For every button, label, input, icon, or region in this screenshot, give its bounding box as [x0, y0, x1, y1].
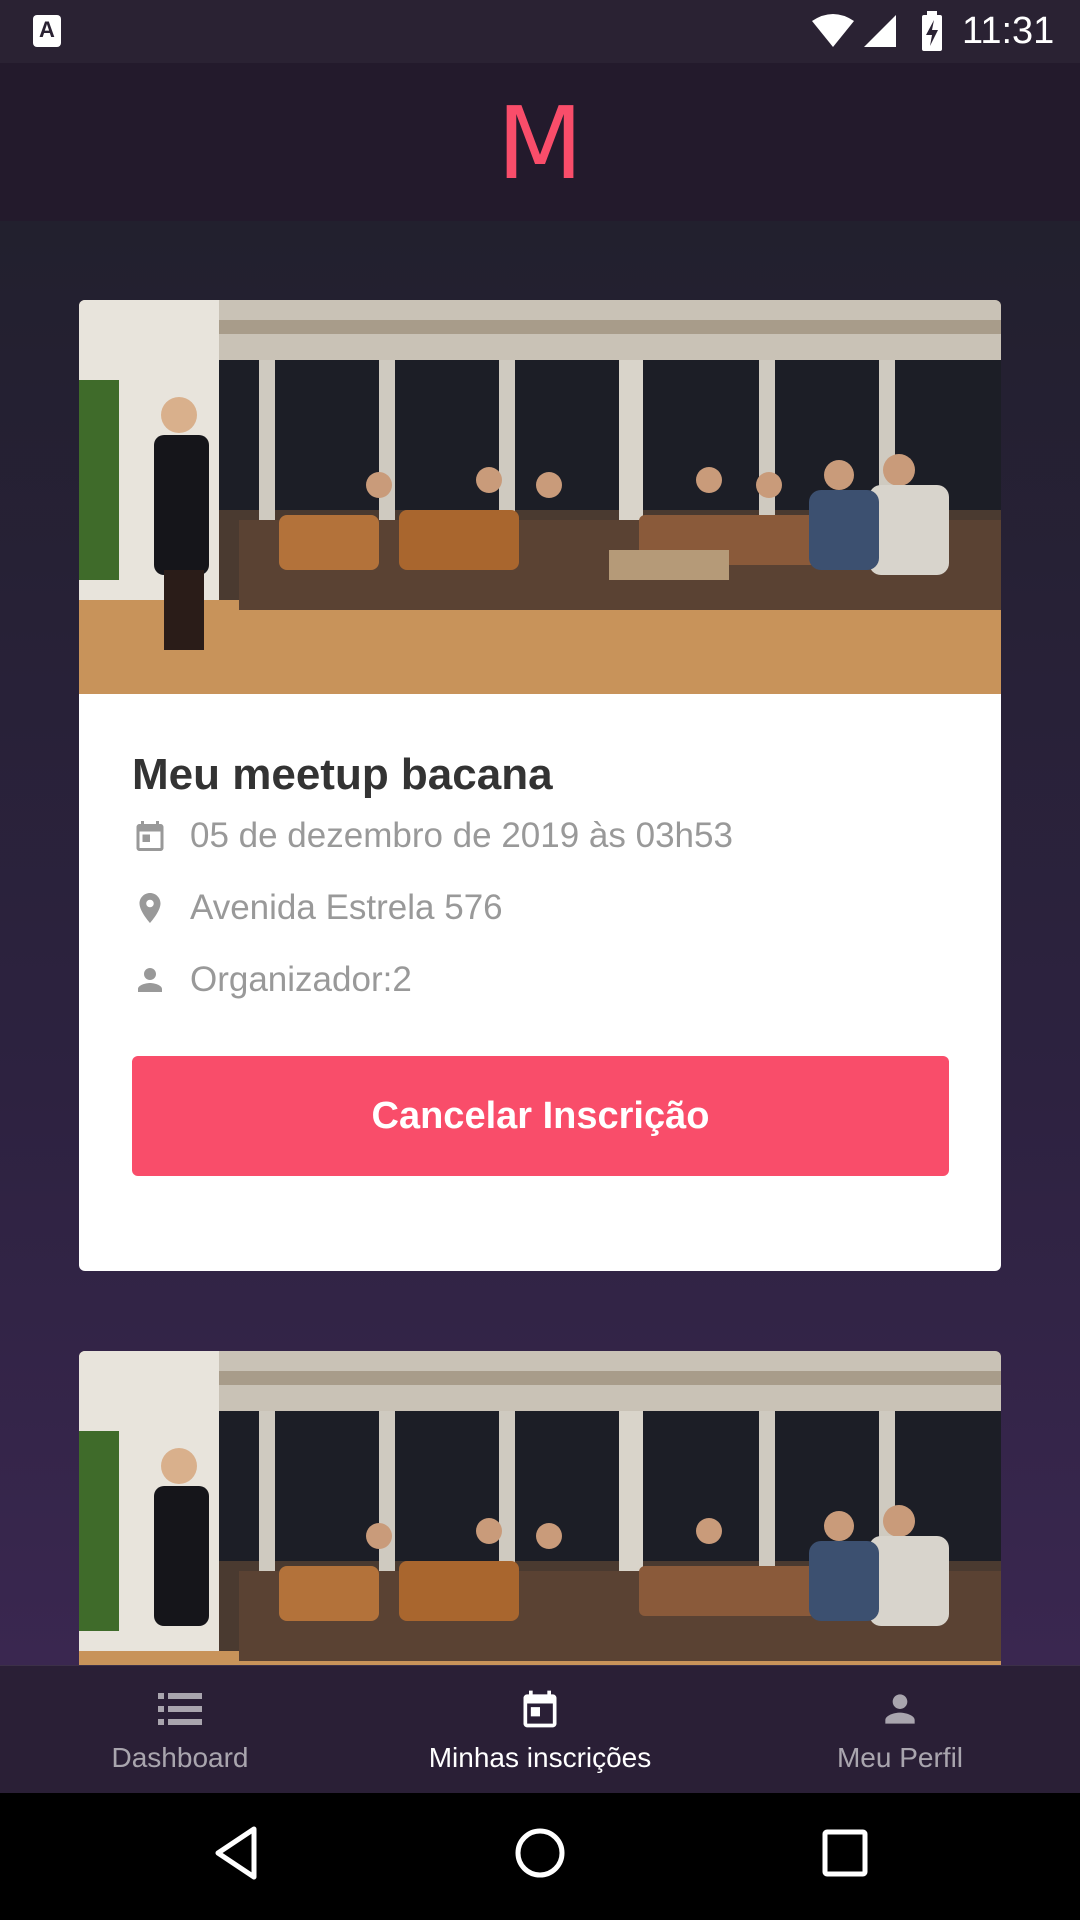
signal-icon — [864, 15, 896, 47]
tab-dashboard-label: Dashboard — [111, 1742, 249, 1773]
meetup-date-row: 05 de dezembro de 2019 às 03h53 — [132, 800, 948, 872]
battery-icon — [922, 11, 942, 51]
tab-meu-perfil-label: Meu Perfil — [836, 1742, 964, 1773]
meetup-location: Avenida Estrela 576 — [190, 888, 503, 927]
location-pin-icon — [132, 890, 168, 926]
meetup-organizer: Organizador:2 — [190, 960, 412, 999]
tab-dashboard[interactable]: Dashboard — [0, 1666, 360, 1793]
list-icon — [158, 1686, 202, 1732]
notification-icon: A — [33, 15, 61, 47]
calendar-icon — [132, 818, 168, 854]
meetup-card-body: Meu meetup bacana 05 de dezembro de 2019… — [79, 750, 1001, 1176]
meetup-card: Meu meetup bacana 05 de dezembro de 2019… — [79, 300, 1001, 1271]
meetup-date: 05 de dezembro de 2019 às 03h53 — [190, 816, 733, 855]
cancel-subscription-button[interactable]: Cancelar Inscrição — [132, 1056, 949, 1176]
system-nav-bar — [0, 1793, 1080, 1920]
meetup-banner-image — [79, 300, 1001, 694]
tab-meu-perfil[interactable]: Meu Perfil — [720, 1666, 1080, 1793]
status-time: 11:31 — [962, 10, 1055, 52]
meetup-organizer-row: Organizador:2 — [132, 944, 948, 1016]
meetup-banner-image — [79, 1351, 1001, 1665]
tab-minhas-inscricoes-label: Minhas inscrições — [428, 1742, 652, 1773]
meetup-list[interactable]: Meu meetup bacana 05 de dezembro de 2019… — [0, 221, 1080, 1665]
calendar-icon — [518, 1686, 562, 1732]
app-header: M — [0, 63, 1080, 221]
app-logo: M — [496, 85, 584, 202]
recents-icon[interactable] — [820, 1823, 868, 1883]
bottom-tab-bar: Dashboard Minhas inscrições Meu Perfil — [0, 1665, 1080, 1793]
person-icon — [132, 962, 168, 998]
status-bar: A 11:31 — [0, 0, 1080, 63]
home-icon[interactable] — [514, 1823, 566, 1883]
meetup-title: Meu meetup bacana — [132, 750, 553, 799]
tab-minhas-inscricoes[interactable]: Minhas inscrições — [360, 1666, 720, 1793]
person-icon — [878, 1686, 922, 1732]
back-icon[interactable] — [212, 1823, 260, 1883]
meetup-card — [79, 1351, 1001, 1665]
wifi-icon — [812, 14, 854, 47]
meetup-location-row: Avenida Estrela 576 — [132, 872, 948, 944]
